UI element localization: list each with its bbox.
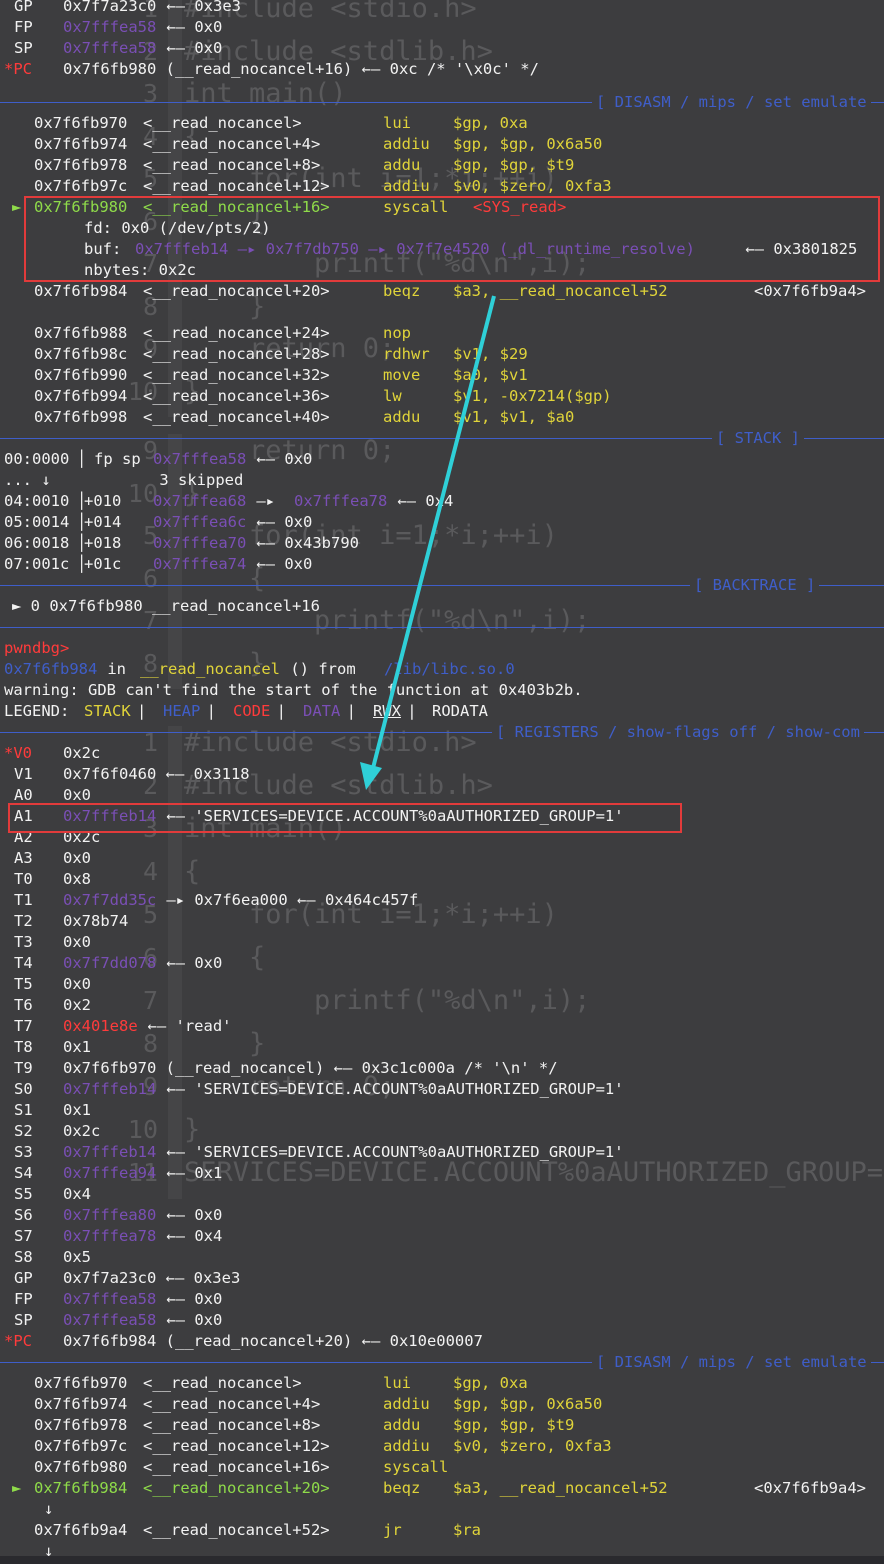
annotation-arrow — [360, 295, 496, 790]
status-bar — [0, 1556, 884, 1564]
arrow-head — [360, 762, 382, 790]
pwndbg-terminal[interactable]: 1 #include <stdio.h> 2 #include <stdlib.h> 3… — [0, 0, 884, 1564]
arrow-shaft — [370, 295, 496, 773]
